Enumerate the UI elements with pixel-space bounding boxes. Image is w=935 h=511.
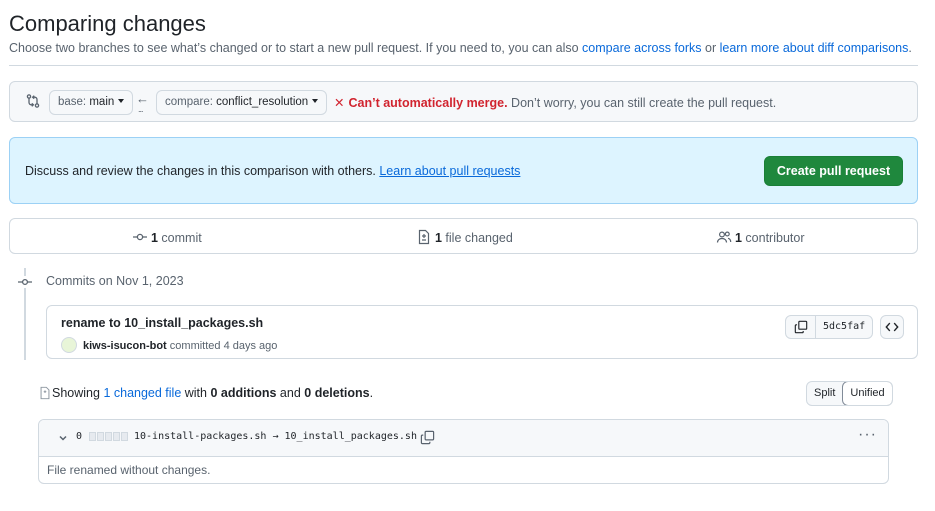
merge-status-error: Can’t automatically merge. bbox=[348, 96, 508, 110]
commit-time: 4 days ago bbox=[223, 340, 278, 352]
compare-across-forks-link[interactable]: compare across forks bbox=[582, 41, 701, 55]
range-dots: ... bbox=[138, 104, 143, 114]
kebab-horizontal-icon[interactable]: ··· bbox=[858, 426, 877, 444]
discuss-text: Discuss and review the changes in this c… bbox=[25, 164, 520, 178]
commits-label: commit bbox=[157, 231, 202, 245]
create-pull-request-button[interactable]: Create pull request bbox=[764, 156, 903, 186]
base-branch-select[interactable]: base: main bbox=[49, 90, 134, 115]
divider bbox=[9, 65, 918, 66]
git-commit-icon bbox=[133, 233, 147, 241]
diff-summary: Showing 1 changed file with 0 additions … bbox=[38, 386, 373, 400]
commits-count: 1 bbox=[151, 231, 158, 245]
browse-repository-button[interactable] bbox=[880, 315, 904, 339]
compare-label: compare: bbox=[165, 96, 213, 108]
diff-changes-count: 0 bbox=[76, 431, 83, 442]
subtitle-suffix: . bbox=[908, 41, 912, 55]
file-header: 0 10-install-packages.sh → 10_install_pa… bbox=[39, 420, 888, 457]
diffstat-blocks bbox=[89, 432, 128, 441]
contributors-label: contributor bbox=[741, 231, 805, 245]
files-count: 1 bbox=[435, 231, 442, 245]
compare-branch-select[interactable]: compare: conflict_resolution bbox=[156, 90, 328, 115]
additions-count: 0 additions bbox=[210, 386, 277, 400]
base-label: base: bbox=[58, 96, 87, 108]
chevron-down-icon bbox=[312, 99, 319, 103]
chevron-down-icon[interactable] bbox=[57, 432, 69, 447]
git-compare-icon bbox=[25, 93, 41, 109]
subtitle-text: Choose two branches to see what’s change… bbox=[9, 41, 583, 55]
file-diff-icon bbox=[40, 386, 50, 400]
range-editor: base: main ← ... compare: conflict_resol… bbox=[9, 81, 918, 122]
commit-sha-link[interactable]: 5dc5faf bbox=[816, 316, 872, 338]
deletions-count: 0 deletions bbox=[304, 386, 370, 400]
chevron-down-icon bbox=[118, 99, 125, 103]
changed-files-link[interactable]: 1 changed file bbox=[103, 386, 181, 400]
commit-sha-group: 5dc5faf bbox=[785, 315, 874, 339]
commit-action: committed bbox=[166, 340, 224, 352]
commit-meta: kiws-isucon-bot committed 4 days ago bbox=[61, 337, 277, 353]
diff-summary-suffix: . bbox=[369, 386, 374, 400]
page-subtitle: Choose two branches to see what’s change… bbox=[9, 41, 912, 55]
compare-value: conflict_resolution bbox=[216, 96, 309, 108]
diff-summary-and: and bbox=[276, 386, 305, 400]
commits-stat[interactable]: 1 commit bbox=[132, 229, 202, 245]
merge-status-note: Don’t worry, you can still create the pu… bbox=[507, 96, 777, 110]
comparison-stats: 1 commit 1 file changed 1 contributor bbox=[9, 218, 918, 254]
contributors-count: 1 bbox=[735, 231, 742, 245]
page-title: Comparing changes bbox=[9, 11, 206, 36]
diff-view-toggle: Split Unified bbox=[806, 381, 893, 406]
file-path[interactable]: 10-install-packages.sh → 10_install_pack… bbox=[134, 431, 417, 442]
learn-diff-comparisons-link[interactable]: learn more about diff comparisons bbox=[720, 41, 909, 55]
discuss-banner: Discuss and review the changes in this c… bbox=[9, 137, 918, 204]
avatar[interactable] bbox=[61, 337, 77, 353]
unified-view-button[interactable]: Unified bbox=[842, 382, 892, 405]
file-body-message: File renamed without changes. bbox=[47, 463, 211, 477]
people-icon bbox=[716, 231, 732, 243]
split-view-button[interactable]: Split bbox=[807, 382, 842, 405]
git-commit-icon bbox=[17, 276, 33, 288]
diff-summary-with: with bbox=[181, 386, 211, 400]
contributors-stat[interactable]: 1 contributor bbox=[716, 229, 804, 245]
file-diff: 0 10-install-packages.sh → 10_install_pa… bbox=[38, 419, 889, 484]
merge-status: ✕ Can’t automatically merge. Don’t worry,… bbox=[334, 95, 776, 110]
commit-author-link[interactable]: kiws-isucon-bot bbox=[83, 340, 167, 352]
discuss-message: Discuss and review the changes in this c… bbox=[25, 164, 380, 178]
copy-icon bbox=[794, 320, 807, 334]
code-icon bbox=[885, 322, 899, 332]
copy-sha-button[interactable] bbox=[786, 316, 816, 338]
file-diff-icon bbox=[418, 229, 430, 245]
commit-item: rename to 10_install_packages.sh kiws-is… bbox=[46, 305, 918, 359]
diff-summary-prefix: Showing bbox=[52, 386, 104, 400]
learn-pull-requests-link[interactable]: Learn about pull requests bbox=[379, 164, 520, 178]
copy-icon[interactable] bbox=[420, 430, 435, 448]
x-icon: ✕ bbox=[334, 96, 345, 110]
files-changed-stat[interactable]: 1 file changed bbox=[416, 229, 513, 245]
commits-date-heading: Commits on Nov 1, 2023 bbox=[46, 274, 184, 288]
subtitle-or: or bbox=[701, 41, 720, 55]
files-label: file changed bbox=[441, 231, 513, 245]
base-value: main bbox=[89, 96, 115, 108]
commit-message-link[interactable]: rename to 10_install_packages.sh bbox=[61, 316, 263, 330]
